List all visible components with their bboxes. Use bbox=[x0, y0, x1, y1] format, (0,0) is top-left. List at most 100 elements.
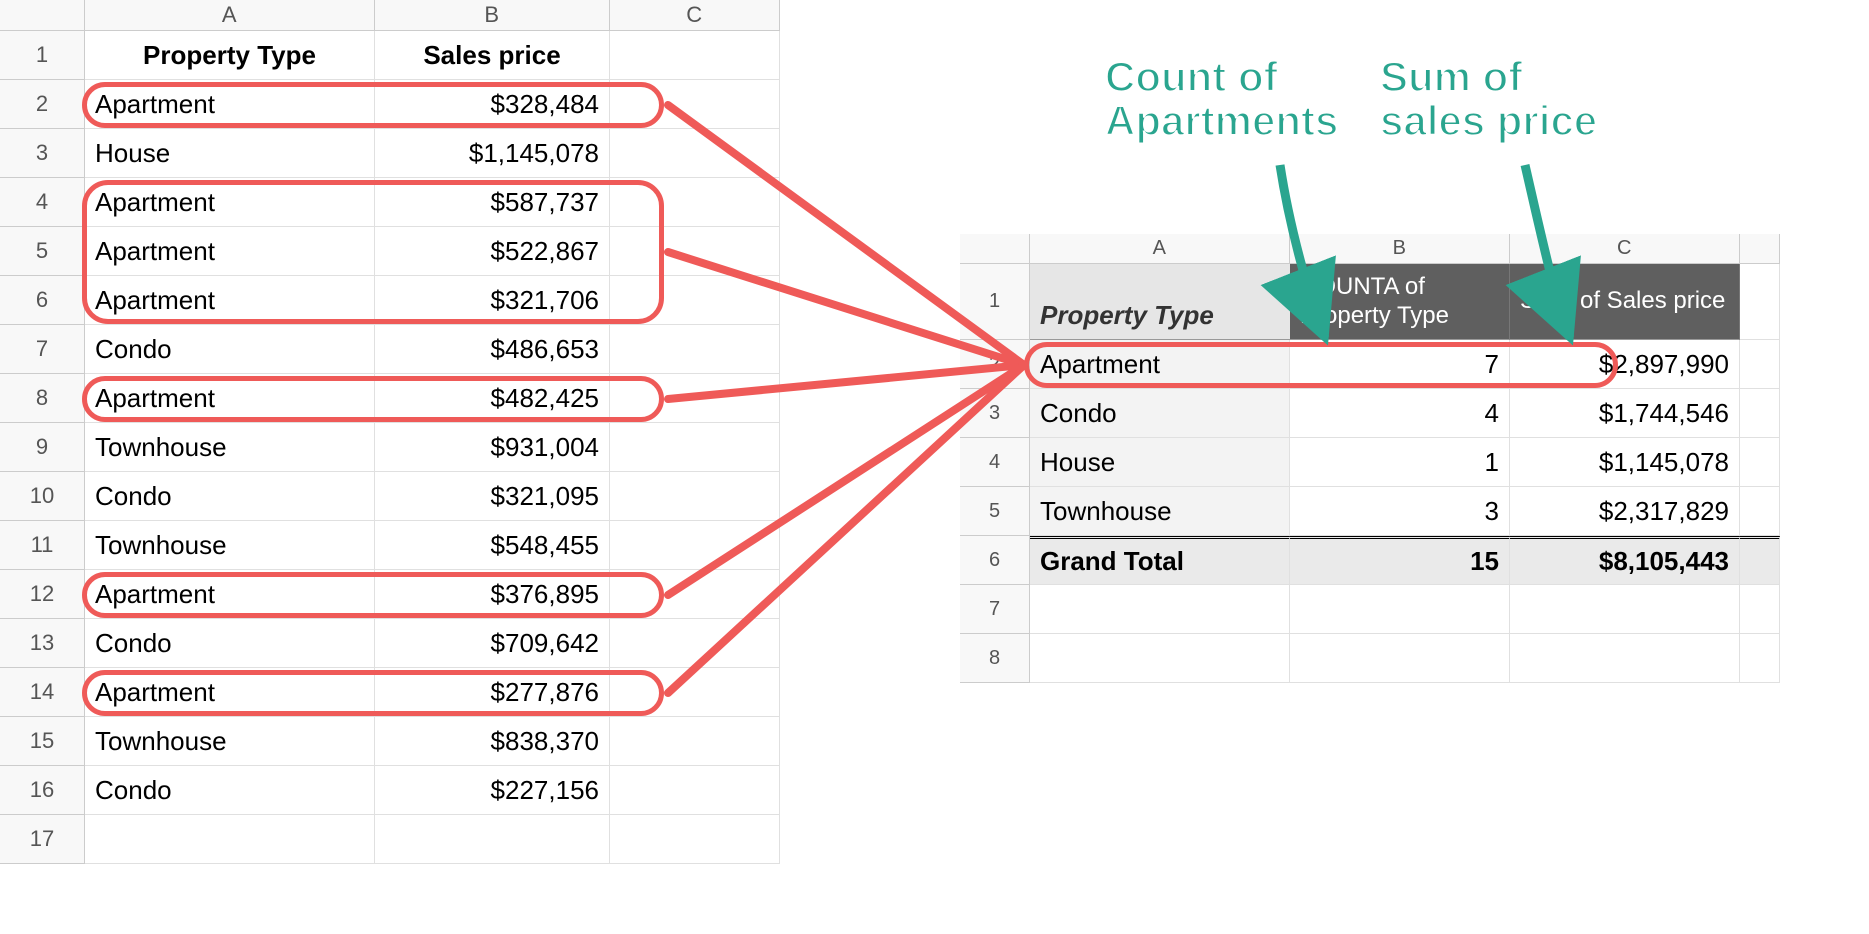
cell[interactable] bbox=[1740, 389, 1780, 438]
cell-sales-price[interactable]: $548,455 bbox=[375, 521, 610, 570]
row-header[interactable]: 2 bbox=[0, 80, 85, 129]
pivot-grand-total-label[interactable]: Grand Total bbox=[1030, 536, 1290, 585]
cell-property-type[interactable]: Apartment bbox=[85, 668, 375, 717]
row-header[interactable]: 7 bbox=[960, 585, 1030, 634]
row-header[interactable]: 16 bbox=[0, 766, 85, 815]
cell-property-type[interactable]: Apartment bbox=[85, 374, 375, 423]
cell[interactable] bbox=[375, 815, 610, 864]
row-header[interactable]: 15 bbox=[0, 717, 85, 766]
cell-property-type[interactable]: Condo bbox=[85, 325, 375, 374]
cell[interactable] bbox=[610, 374, 780, 423]
cell-sales-price[interactable]: $587,737 bbox=[375, 178, 610, 227]
cell[interactable] bbox=[1740, 264, 1780, 340]
pivot-row-field-label[interactable]: Property Type bbox=[1030, 264, 1290, 340]
cell-property-type[interactable]: Condo bbox=[85, 472, 375, 521]
cell-sales-price[interactable]: $486,653 bbox=[375, 325, 610, 374]
cell[interactable] bbox=[1510, 585, 1740, 634]
pivot-value-header-counta[interactable]: COUNTA of Property Type bbox=[1290, 264, 1510, 340]
col-header-C[interactable]: C bbox=[610, 0, 780, 31]
row-header[interactable]: 5 bbox=[960, 487, 1030, 536]
cell[interactable] bbox=[1740, 536, 1780, 585]
row-header[interactable]: 4 bbox=[0, 178, 85, 227]
row-header[interactable]: 6 bbox=[0, 276, 85, 325]
row-header[interactable]: 6 bbox=[960, 536, 1030, 585]
cell-sales-price[interactable]: $321,095 bbox=[375, 472, 610, 521]
pivot-count[interactable]: 4 bbox=[1290, 389, 1510, 438]
pivot-value-header-sum[interactable]: SUM of Sales price bbox=[1510, 264, 1740, 340]
cell-property-type[interactable]: Townhouse bbox=[85, 423, 375, 472]
col-header-B[interactable]: B bbox=[375, 0, 610, 31]
row-header[interactable]: 11 bbox=[0, 521, 85, 570]
row-header[interactable]: 5 bbox=[0, 227, 85, 276]
pivot-row-label[interactable]: House bbox=[1030, 438, 1290, 487]
cell-property-type[interactable]: House bbox=[85, 129, 375, 178]
row-header[interactable]: 13 bbox=[0, 619, 85, 668]
col-header-B[interactable]: B bbox=[1290, 234, 1510, 264]
cell[interactable] bbox=[610, 423, 780, 472]
row-header[interactable]: 4 bbox=[960, 438, 1030, 487]
pivot-sum[interactable]: $2,897,990 bbox=[1510, 340, 1740, 389]
cell[interactable] bbox=[1290, 585, 1510, 634]
cell[interactable] bbox=[1740, 634, 1780, 683]
cell[interactable] bbox=[610, 276, 780, 325]
select-all-corner[interactable] bbox=[960, 234, 1030, 264]
pivot-row-label[interactable]: Townhouse bbox=[1030, 487, 1290, 536]
pivot-count[interactable]: 3 bbox=[1290, 487, 1510, 536]
cell[interactable] bbox=[610, 31, 780, 80]
cell-sales-price[interactable]: $1,145,078 bbox=[375, 129, 610, 178]
cell-sales-price[interactable]: $838,370 bbox=[375, 717, 610, 766]
cell[interactable] bbox=[610, 619, 780, 668]
col-header-A[interactable]: A bbox=[85, 0, 375, 31]
cell-property-type[interactable]: Apartment bbox=[85, 178, 375, 227]
cell[interactable] bbox=[1740, 585, 1780, 634]
pivot-sum[interactable]: $1,744,546 bbox=[1510, 389, 1740, 438]
row-header[interactable]: 12 bbox=[0, 570, 85, 619]
cell-sales-price[interactable]: $522,867 bbox=[375, 227, 610, 276]
cell[interactable] bbox=[1030, 585, 1290, 634]
pivot-sum[interactable]: $1,145,078 bbox=[1510, 438, 1740, 487]
cell[interactable] bbox=[1030, 634, 1290, 683]
cell[interactable] bbox=[1740, 487, 1780, 536]
cell[interactable] bbox=[610, 717, 780, 766]
row-header[interactable]: 10 bbox=[0, 472, 85, 521]
header-cell-sales-price[interactable]: Sales price bbox=[375, 31, 610, 80]
row-header[interactable]: 14 bbox=[0, 668, 85, 717]
row-header[interactable]: 8 bbox=[0, 374, 85, 423]
cell[interactable] bbox=[610, 472, 780, 521]
cell-property-type[interactable]: Townhouse bbox=[85, 717, 375, 766]
pivot-count[interactable]: 1 bbox=[1290, 438, 1510, 487]
pivot-grand-total-sum[interactable]: $8,105,443 bbox=[1510, 536, 1740, 585]
cell-property-type[interactable]: Condo bbox=[85, 619, 375, 668]
col-header-D[interactable] bbox=[1740, 234, 1780, 264]
cell-property-type[interactable]: Condo bbox=[85, 766, 375, 815]
cell[interactable] bbox=[1740, 340, 1780, 389]
cell-property-type[interactable]: Apartment bbox=[85, 570, 375, 619]
pivot-row-label[interactable]: Condo bbox=[1030, 389, 1290, 438]
col-header-A[interactable]: A bbox=[1030, 234, 1290, 264]
pivot-count[interactable]: 7 bbox=[1290, 340, 1510, 389]
row-header[interactable]: 17 bbox=[0, 815, 85, 864]
row-header[interactable]: 8 bbox=[960, 634, 1030, 683]
col-header-C[interactable]: C bbox=[1510, 234, 1740, 264]
cell[interactable] bbox=[610, 80, 780, 129]
header-cell-property-type[interactable]: Property Type bbox=[85, 31, 375, 80]
pivot-row-label[interactable]: Apartment bbox=[1030, 340, 1290, 389]
row-header[interactable]: 7 bbox=[0, 325, 85, 374]
cell-sales-price[interactable]: $709,642 bbox=[375, 619, 610, 668]
cell[interactable] bbox=[610, 178, 780, 227]
cell[interactable] bbox=[610, 570, 780, 619]
cell-property-type[interactable]: Apartment bbox=[85, 227, 375, 276]
cell-sales-price[interactable]: $321,706 bbox=[375, 276, 610, 325]
cell-sales-price[interactable]: $277,876 bbox=[375, 668, 610, 717]
row-header[interactable]: 1 bbox=[960, 264, 1030, 340]
cell[interactable] bbox=[1510, 634, 1740, 683]
row-header[interactable]: 9 bbox=[0, 423, 85, 472]
row-header[interactable]: 2 bbox=[960, 340, 1030, 389]
cell-sales-price[interactable]: $482,425 bbox=[375, 374, 610, 423]
cell-sales-price[interactable]: $227,156 bbox=[375, 766, 610, 815]
cell[interactable] bbox=[610, 766, 780, 815]
cell[interactable] bbox=[610, 668, 780, 717]
row-header[interactable]: 3 bbox=[960, 389, 1030, 438]
cell[interactable] bbox=[610, 129, 780, 178]
pivot-sum[interactable]: $2,317,829 bbox=[1510, 487, 1740, 536]
